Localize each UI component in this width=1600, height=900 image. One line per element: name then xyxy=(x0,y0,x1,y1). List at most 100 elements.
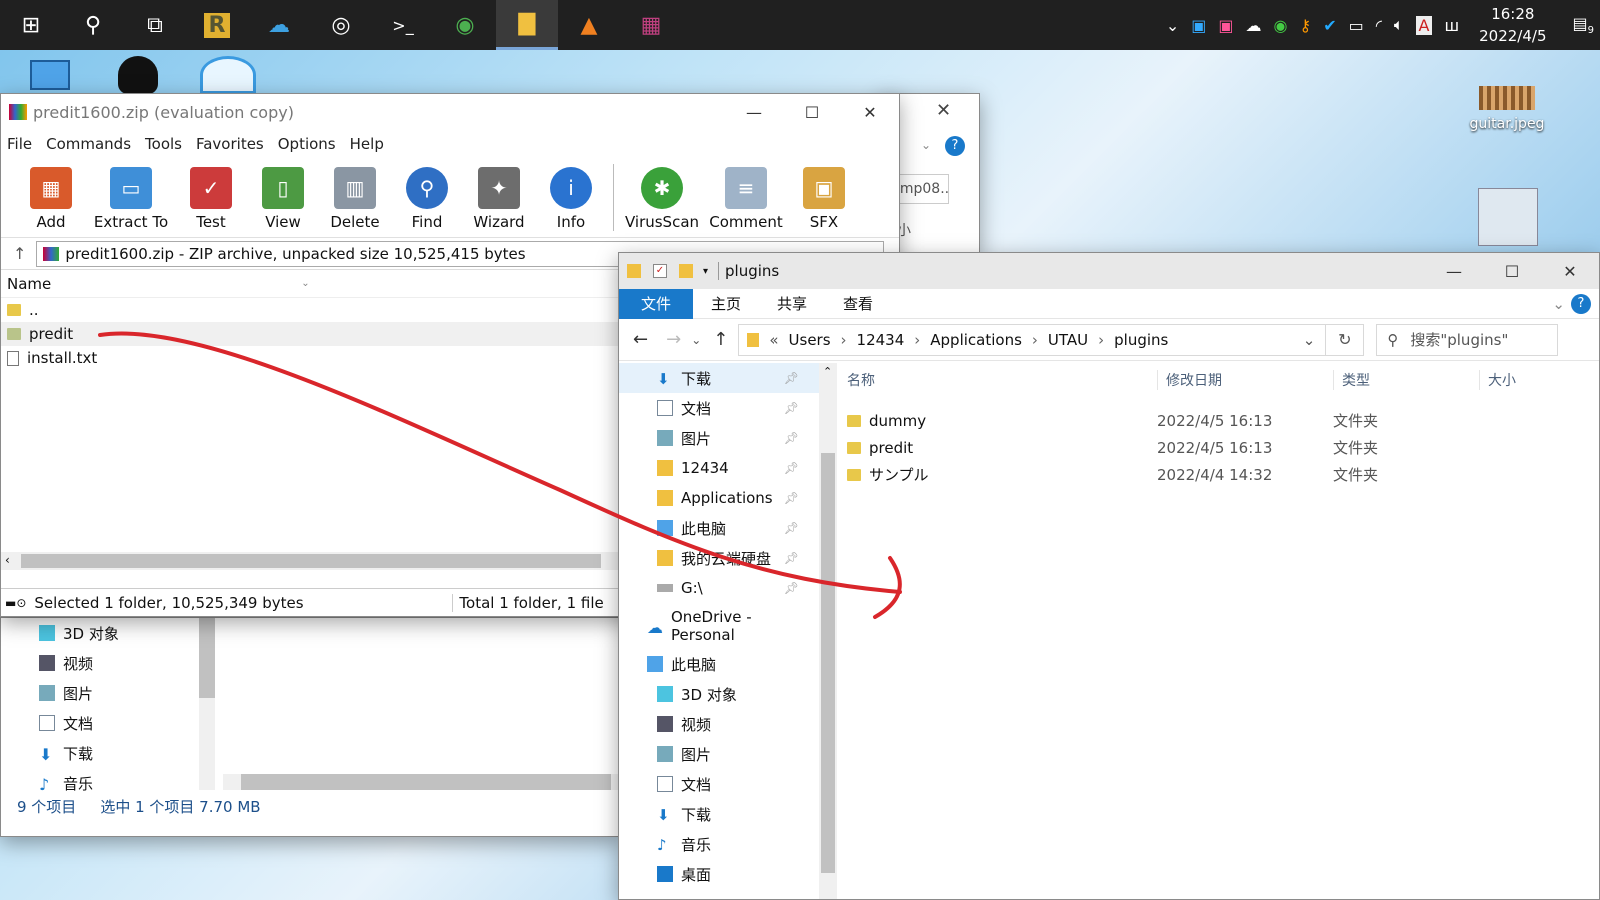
column-size[interactable]: 大小 xyxy=(1479,370,1516,390)
tab-view[interactable]: 查看 xyxy=(825,289,891,319)
taskbar-app-cloud[interactable]: ☁ xyxy=(248,0,310,50)
sfx-button[interactable]: ▣ SFX xyxy=(788,158,860,237)
chevron-down-icon[interactable]: ⌄ xyxy=(1546,289,1571,319)
horizontal-scrollbar[interactable] xyxy=(223,774,619,790)
pin-icon[interactable]: 📌︎ xyxy=(784,461,799,475)
maximize-button[interactable]: ☐ xyxy=(1483,253,1541,289)
breadcrumb[interactable]: « Users › 12434 › Applications › UTAU › plug… xyxy=(738,323,1327,356)
wifi-icon[interactable]: ◜ xyxy=(1376,16,1382,35)
scrollbar-thumb[interactable] xyxy=(241,774,611,790)
add-button[interactable]: ▦ Add xyxy=(15,158,87,237)
delete-button[interactable]: ▥ Delete xyxy=(319,158,391,237)
taskbar-app-vlc[interactable]: ▲ xyxy=(558,0,620,50)
nav-item-documents[interactable]: 文档 xyxy=(39,708,199,738)
task-view-button[interactable]: ⧉ xyxy=(124,0,186,50)
nav-item-this-pc[interactable]: 此电脑 xyxy=(619,649,819,679)
taskbar-app-chrome[interactable]: ◉ xyxy=(434,0,496,50)
nav-item-downloads[interactable]: ⬇ 下载 xyxy=(39,738,199,768)
close-button[interactable]: ✕ xyxy=(1541,253,1599,289)
find-button[interactable]: ⚲ Find xyxy=(391,158,463,237)
chat-app-icon[interactable] xyxy=(200,56,256,94)
desktop-icon-pc[interactable] xyxy=(30,60,70,90)
nav-item-documents-2[interactable]: 文档 xyxy=(619,769,819,799)
help-icon[interactable]: ? xyxy=(945,136,965,156)
nav-item-3d[interactable]: 3D 对象 xyxy=(39,618,199,648)
breadcrumb-applications[interactable]: Applications xyxy=(930,331,1022,349)
chevron-up-icon[interactable]: ⌃ xyxy=(819,365,832,378)
nav-item-documents[interactable]: 文档 📌︎ xyxy=(619,393,819,423)
menu-help[interactable]: Help xyxy=(350,135,384,153)
chevron-left-icon[interactable]: ‹ xyxy=(1,553,10,567)
qq-icon[interactable] xyxy=(118,56,158,94)
taskbar-app-terminal[interactable]: >_ xyxy=(372,0,434,50)
menu-favorites[interactable]: Favorites xyxy=(196,135,264,153)
breadcrumb-12434[interactable]: 12434 xyxy=(857,331,905,349)
nav-item-pictures[interactable]: 图片 📌︎ xyxy=(619,423,819,453)
scrollbar-thumb[interactable] xyxy=(199,618,215,698)
search-button[interactable]: ⚲ xyxy=(62,0,124,50)
nav-item-pictures[interactable]: 图片 xyxy=(39,678,199,708)
nav-item-12434[interactable]: 12434 📌︎ xyxy=(619,453,819,483)
pin-icon[interactable]: 📌︎ xyxy=(784,371,799,385)
table-row[interactable]: predit 2022/4/5 16:13 文件夹 xyxy=(837,434,1599,461)
chevron-up-icon[interactable]: ⌄ xyxy=(1166,16,1179,35)
ime-icon[interactable]: A xyxy=(1415,15,1433,35)
up-arrow-icon[interactable]: ↑ xyxy=(713,329,728,350)
nav-item-3d[interactable]: 3D 对象 xyxy=(619,679,819,709)
chevron-down-icon[interactable]: ⌄ xyxy=(921,138,931,152)
forward-arrow-icon[interactable]: → xyxy=(666,329,681,350)
breadcrumb-users[interactable]: Users xyxy=(789,331,831,349)
breadcrumb-utau[interactable]: UTAU xyxy=(1048,331,1088,349)
minimize-button[interactable]: — xyxy=(725,94,783,130)
nav-scrollbar[interactable]: ⌃ xyxy=(819,363,837,899)
search-input[interactable]: ⚲ 搜索"plugins" xyxy=(1376,323,1559,356)
view-button[interactable]: ▯ View xyxy=(247,158,319,237)
book-cover-icon[interactable] xyxy=(1478,188,1538,246)
start-button[interactable]: ⊞ xyxy=(0,0,62,50)
breadcrumb-plugins[interactable]: plugins xyxy=(1114,331,1168,349)
menu-tools[interactable]: Tools xyxy=(145,135,182,153)
taskbar-app-obs[interactable]: ◎ xyxy=(310,0,372,50)
pin-icon[interactable]: 📌︎ xyxy=(784,431,799,445)
up-arrow-icon[interactable]: ↑ xyxy=(13,244,26,263)
taskbar-app-r[interactable]: R xyxy=(186,0,248,50)
notification-icon[interactable]: ▤9 xyxy=(1573,14,1595,36)
key-icon[interactable]: ⚷ xyxy=(1299,16,1311,35)
close-button[interactable]: ✕ xyxy=(841,94,899,130)
extract-to-button[interactable]: ▭ Extract To xyxy=(87,158,175,237)
column-date[interactable]: 修改日期 xyxy=(1157,370,1333,390)
battery-icon[interactable]: ▭ xyxy=(1349,16,1364,35)
comment-button[interactable]: ≡ Comment xyxy=(704,158,788,237)
nav-item-onedrive[interactable]: ☁ OneDrive - Personal xyxy=(619,608,819,644)
back-arrow-icon[interactable]: ← xyxy=(633,329,648,350)
wizard-button[interactable]: ✦ Wizard xyxy=(463,158,535,237)
tray-app-icon[interactable]: ▣ xyxy=(1191,16,1206,35)
column-name[interactable]: 名称 xyxy=(837,370,1157,390)
clock[interactable]: 16:28 2022/4/5 xyxy=(1479,3,1546,47)
new-folder-icon[interactable] xyxy=(679,264,693,278)
menu-commands[interactable]: Commands xyxy=(46,135,131,153)
help-icon[interactable]: ? xyxy=(1571,293,1591,314)
menu-file[interactable]: File xyxy=(7,135,32,153)
column-type[interactable]: 类型 xyxy=(1333,370,1479,390)
check-icon[interactable]: ✔ xyxy=(1323,16,1336,35)
minimize-button[interactable]: — xyxy=(1425,253,1483,289)
test-button[interactable]: ✓ Test xyxy=(175,158,247,237)
pin-icon[interactable]: 📌︎ xyxy=(784,521,799,535)
vertical-scrollbar[interactable] xyxy=(199,618,215,790)
nav-item-downloads-2[interactable]: ⬇ 下载 xyxy=(619,799,819,829)
nav-item-video[interactable]: 视频 xyxy=(619,709,819,739)
desktop-icon-guitar[interactable]: guitar.jpeg xyxy=(1462,86,1552,132)
overflow-icon[interactable]: « xyxy=(769,331,778,349)
input-method-icon[interactable]: ш xyxy=(1444,16,1459,35)
scrollbar-thumb[interactable] xyxy=(821,453,835,873)
table-row[interactable]: サンプル 2022/4/4 14:32 文件夹 xyxy=(837,461,1599,488)
nav-item-g-drive[interactable]: G:\ 📌︎ xyxy=(619,573,819,603)
virusscan-button[interactable]: ✱ VirusScan xyxy=(620,158,704,237)
info-button[interactable]: i Info xyxy=(535,158,607,237)
refresh-button[interactable]: ↻ xyxy=(1326,323,1365,356)
nav-item-music[interactable]: ♪ 音乐 xyxy=(39,768,199,798)
bilibili-icon[interactable]: ▣ xyxy=(1218,16,1233,35)
nav-item-google-drive[interactable]: 我的云端硬盘 📌︎ xyxy=(619,543,819,573)
nav-item-video[interactable]: 视频 xyxy=(39,648,199,678)
